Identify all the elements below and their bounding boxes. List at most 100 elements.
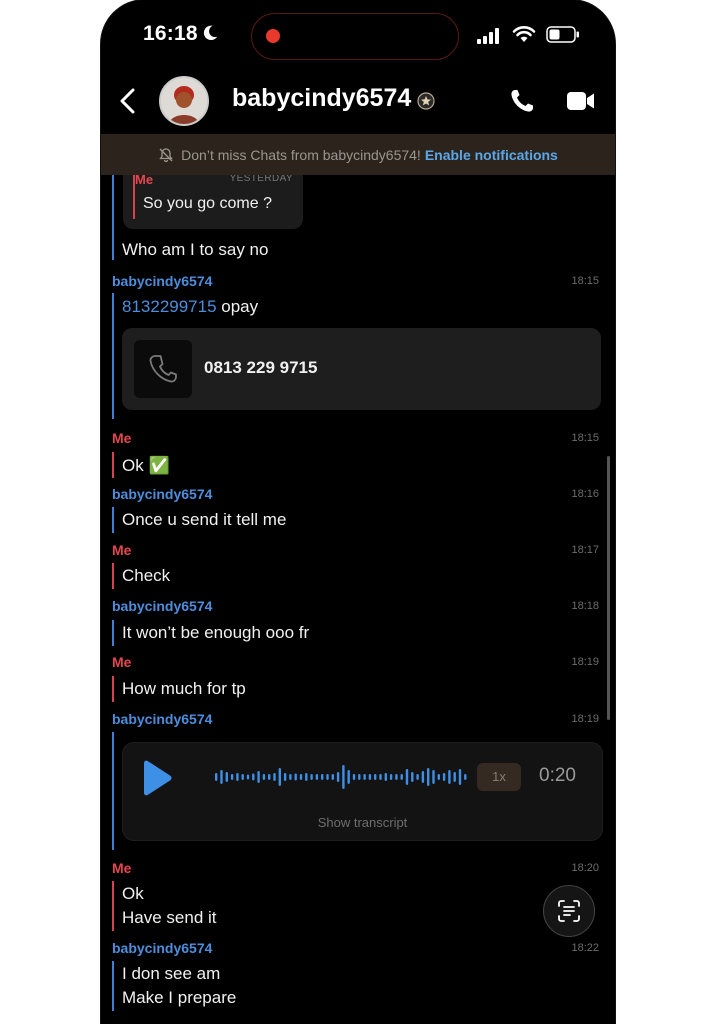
star-badge-icon <box>417 92 435 110</box>
waveform-bar <box>363 774 366 780</box>
message-time: 18:17 <box>571 544 599 556</box>
message-text: Once u send it tell me <box>122 510 287 529</box>
waveform-bar <box>347 770 350 784</box>
message-sender: Me <box>112 654 132 670</box>
waveform-bar <box>448 770 451 784</box>
message-bar <box>112 452 114 478</box>
waveform-bar <box>283 773 287 781</box>
contact-card[interactable]: 0813 229 9715 <box>122 328 601 410</box>
waveform-bar <box>321 774 324 780</box>
message-bar <box>112 175 114 260</box>
status-bar: 16:18 <box>101 0 615 70</box>
waveform-bar <box>278 768 281 786</box>
message-text-suffix: opay <box>216 297 259 316</box>
waveform-bar <box>384 773 387 781</box>
enable-notifications-link[interactable]: Enable notifications <box>425 147 558 163</box>
waveform-bar <box>220 770 223 784</box>
waveform-bar <box>289 774 292 780</box>
waveform-bar <box>331 774 334 780</box>
message-sender: babycindy6574 <box>112 711 213 727</box>
voice-duration: 0:20 <box>539 765 576 786</box>
dynamic-island <box>251 13 459 60</box>
back-chevron-icon[interactable] <box>117 86 139 116</box>
quote-sender: Me <box>135 175 154 187</box>
message-time: 18:22 <box>571 942 599 954</box>
waveform-bar <box>427 768 430 786</box>
bell-off-icon <box>159 147 173 162</box>
waveform-bar <box>252 773 255 781</box>
phone-number-link[interactable]: 8132299715 <box>122 297 217 316</box>
waveform-bar <box>432 770 435 784</box>
waveform-bar <box>405 769 409 785</box>
chat-thread[interactable]: Me YESTERDAY So you go come ? Who am I t… <box>101 175 615 1024</box>
chat-header: babycindy6574 <box>101 72 615 132</box>
waveform-bar <box>299 774 303 780</box>
quote-date: YESTERDAY <box>229 175 293 184</box>
waveform-bar <box>421 771 425 783</box>
quoted-message[interactable]: Me YESTERDAY So you go come ? <box>123 175 303 229</box>
avatar[interactable] <box>159 76 209 126</box>
waveform-bar <box>464 774 467 780</box>
message-bar <box>112 293 114 419</box>
banner-text: Don’t miss Chats from babycindy6574! <box>181 146 421 163</box>
message-sender: babycindy6574 <box>112 273 213 289</box>
waveform-bar <box>374 774 377 780</box>
waveform-bar <box>442 773 446 781</box>
message-sender: Me <box>112 430 132 446</box>
voice-note: 1x 0:20 Show transcript <box>122 742 603 841</box>
message-time: 18:18 <box>571 600 599 612</box>
waveform-bar <box>437 774 440 780</box>
message-time: 18:15 <box>571 432 599 444</box>
waveform-bar <box>230 774 234 780</box>
play-icon[interactable] <box>138 760 174 796</box>
phone-icon <box>149 355 177 383</box>
waveform-bar <box>241 774 244 780</box>
waveform-bar <box>411 772 414 782</box>
message-text: It won’t be enough ooo fr <box>122 623 310 642</box>
status-time: 16:18 <box>143 22 198 45</box>
wifi-icon <box>512 26 536 42</box>
message-text: Ok <box>122 884 144 903</box>
quote-text: So you go come ? <box>143 195 272 212</box>
waveform-bar <box>400 774 403 780</box>
waveform[interactable] <box>213 759 473 795</box>
waveform-bar <box>379 774 382 780</box>
contact-tile <box>134 340 192 398</box>
waveform-bar <box>268 774 271 780</box>
message-sender: babycindy6574 <box>112 486 213 502</box>
recording-indicator-icon <box>266 29 280 43</box>
phone-frame: 16:18 babycindy6574 Don’t miss Chats fro… <box>101 0 615 1024</box>
show-transcript-button[interactable]: Show transcript <box>123 815 602 830</box>
message-sender: Me <box>112 860 132 876</box>
message-bar <box>112 620 114 646</box>
message-bar <box>112 961 114 1011</box>
waveform-bar <box>310 774 313 780</box>
chat-title[interactable]: babycindy6574 <box>232 84 411 113</box>
message-sender: Me <box>112 542 132 558</box>
chat-summary-button[interactable] <box>543 885 595 937</box>
waveform-bar <box>416 774 419 780</box>
message-text: Have send it <box>122 908 217 927</box>
message-bar <box>112 732 114 850</box>
waveform-bar <box>262 774 266 780</box>
playback-speed-button[interactable]: 1x <box>477 763 521 791</box>
waveform-bar <box>458 769 462 785</box>
message-text: Who am I to say no <box>122 240 269 259</box>
message-time: 18:20 <box>571 862 599 874</box>
message-time: 18:19 <box>571 713 599 725</box>
video-call-icon[interactable] <box>566 90 596 112</box>
waveform-bar <box>389 774 393 780</box>
message-text: Ok ✅ <box>122 456 170 475</box>
waveform-bar <box>326 774 329 780</box>
voice-call-icon[interactable] <box>509 88 535 114</box>
message-text: 8132299715 opay <box>122 297 258 317</box>
message-text: How much for tp <box>122 679 246 698</box>
message-time: 18:19 <box>571 656 599 668</box>
message-sender: babycindy6574 <box>112 940 213 956</box>
bitmoji-avatar-icon <box>169 86 199 124</box>
waveform-bar <box>358 774 361 780</box>
scrollbar[interactable] <box>607 456 610 720</box>
contact-card-number: 0813 229 9715 <box>204 358 318 377</box>
message-bar <box>112 676 114 702</box>
waveform-bar <box>246 774 250 780</box>
